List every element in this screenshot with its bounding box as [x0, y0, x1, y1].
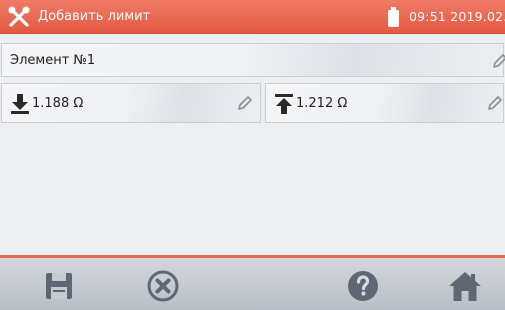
help-button[interactable] [340, 264, 386, 308]
home-button[interactable] [442, 264, 488, 308]
close-circle-icon [147, 270, 179, 302]
save-icon [46, 273, 72, 299]
help-icon [348, 271, 378, 301]
cancel-button[interactable] [140, 264, 186, 308]
settings-tools-icon [8, 6, 30, 27]
bottom-toolbar [0, 255, 505, 310]
pencil-icon[interactable] [486, 94, 504, 112]
page-title: Добавить лимит [38, 9, 151, 24]
lower-limit-value: 1.188 Ω [32, 96, 84, 111]
lower-limit-icon [11, 94, 29, 114]
clock: 09:51 2019.02.1 [409, 9, 505, 24]
lower-limit-field[interactable]: 1.188 Ω [1, 83, 261, 123]
upper-limit-field[interactable]: 1.212 Ω [265, 83, 504, 123]
title-bar: Добавить лимит 09:51 2019.02.1 [0, 0, 505, 34]
upper-limit-value: 1.212 Ω [296, 96, 348, 111]
element-row[interactable]: Элемент №1 [1, 43, 505, 77]
element-label: Элемент №1 [10, 53, 96, 68]
save-button[interactable] [36, 264, 82, 308]
home-icon [449, 272, 481, 301]
battery-icon [388, 7, 399, 27]
pencil-icon[interactable] [491, 52, 505, 70]
screen: Добавить лимит 09:51 2019.02.1 Элемент №… [0, 0, 505, 310]
upper-limit-icon [275, 94, 293, 114]
pencil-icon[interactable] [236, 94, 254, 112]
